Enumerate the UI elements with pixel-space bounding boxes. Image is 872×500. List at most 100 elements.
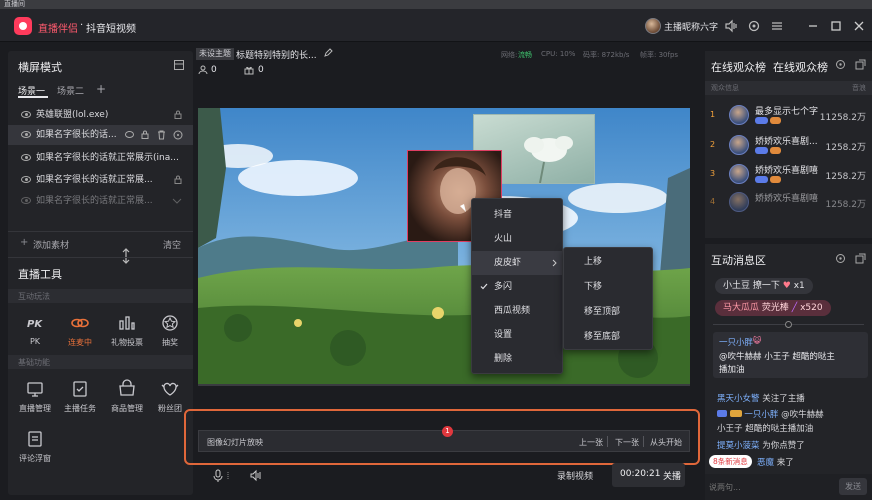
tab-online-rank-2[interactable]: 在线观众榜: [773, 59, 828, 75]
source-label: 如果名字很长的话就正常展...: [36, 175, 153, 185]
rank-row[interactable]: 2 娇娇欢乐喜剧... 1258.2万: [705, 131, 872, 159]
rank-header: 观众信息 音浪: [705, 81, 872, 95]
live-manage-tool[interactable]: 直播管理: [16, 379, 54, 414]
live-title[interactable]: 标题特别特别的长...: [236, 48, 317, 61]
eye-icon[interactable]: [21, 111, 31, 118]
fan-club-tool[interactable]: 粉丝团: [151, 379, 189, 414]
lock-icon[interactable]: [174, 110, 182, 119]
pk-tool[interactable]: PK PK: [16, 313, 54, 346]
lock-icon[interactable]: [174, 175, 182, 184]
end-live-button[interactable]: 00:20:21 关播: [612, 463, 685, 487]
settings-gear-icon[interactable]: [747, 19, 761, 33]
eye-icon[interactable]: [21, 131, 31, 138]
send-button[interactable]: 发送: [839, 478, 867, 495]
new-messages-button[interactable]: 8条新消息: [709, 455, 752, 468]
settings-icon[interactable]: [835, 253, 846, 264]
svg-text:PK: PK: [27, 319, 43, 330]
rank-row[interactable]: 1 最多显示七个字 11258.2万: [705, 101, 872, 129]
user-avatar[interactable]: [645, 18, 661, 34]
settings-icon[interactable]: [835, 59, 846, 70]
close-icon[interactable]: [852, 19, 866, 33]
tool-label: 抽奖: [162, 338, 178, 347]
submenu-move-down[interactable]: 下移: [564, 275, 652, 300]
rank-row[interactable]: 3 娇娇欢乐喜剧嘻 1258.2万: [705, 160, 872, 188]
section-header: 互动玩法: [8, 289, 193, 303]
chat-input[interactable]: [709, 478, 829, 496]
gift-chip: 小土豆 撩一下 ♥ x1: [715, 278, 813, 294]
system-title-strip: 直播间: [0, 0, 872, 9]
menu-item-delete[interactable]: 删除: [472, 347, 562, 371]
menu-item-douyin[interactable]: 抖音: [472, 203, 562, 227]
microphone-icon[interactable]: [212, 469, 224, 483]
active-tab-underline: [18, 96, 48, 98]
source-item[interactable]: 如果名字很长的话就正常展...: [8, 191, 193, 211]
menu-item-settings[interactable]: 设置: [472, 323, 562, 347]
lottery-tool[interactable]: 抽奖: [151, 313, 189, 348]
submenu-move-up[interactable]: 上移: [564, 250, 652, 275]
eye-icon[interactable]: [21, 197, 31, 204]
user-name[interactable]: 主播昵称六字: [664, 20, 718, 33]
task-icon: [70, 379, 90, 399]
speaker-icon[interactable]: [249, 469, 262, 482]
menu-icon[interactable]: [770, 19, 784, 33]
popout-icon[interactable]: [855, 253, 866, 264]
eye-icon[interactable]: [21, 154, 31, 161]
source-item[interactable]: 如果名字很长的话就正常展...: [8, 170, 193, 190]
scroll-handle[interactable]: [785, 321, 792, 328]
lottery-icon: [160, 313, 180, 333]
gift-vote-tool[interactable]: 礼物投票: [108, 313, 146, 348]
maximize-icon[interactable]: [829, 19, 843, 33]
add-source-plus-icon[interactable]: +: [20, 237, 28, 248]
fans-icon: [160, 379, 180, 399]
left-panel: 横屏模式 场景一 场景二 + 英雄联盟(lol.exe) 如果名字很长的话...…: [8, 51, 193, 495]
menu-item-pipixia[interactable]: 皮皮虾: [472, 251, 562, 275]
tool-label: 直播管理: [19, 404, 51, 413]
source-item[interactable]: 英雄联盟(lol.exe): [8, 105, 193, 125]
edit-pencil-icon[interactable]: [323, 48, 333, 58]
tab-online-rank[interactable]: 在线观众榜: [711, 59, 766, 75]
volume-icon[interactable]: [724, 19, 738, 33]
source-item-selected[interactable]: 如果名字很长的话...: [8, 125, 193, 145]
chevron-down-icon[interactable]: [172, 198, 182, 204]
record-video-button[interactable]: 录制视频: [557, 469, 593, 482]
person-icon: [198, 65, 208, 75]
chat-input-area: 发送: [705, 474, 872, 500]
add-scene-button[interactable]: +: [96, 82, 106, 96]
tab-scene-2[interactable]: 场景二: [57, 84, 84, 97]
eye-icon[interactable]: [21, 176, 31, 183]
viewer-info-label: 观众信息: [711, 84, 739, 92]
tool-label: 主播任务: [64, 404, 96, 413]
title-separator: ·: [80, 20, 84, 31]
gifts-count: 0: [258, 65, 264, 75]
divider: [8, 257, 193, 258]
layout-switch-icon[interactable]: [173, 59, 185, 71]
anchor-task-tool[interactable]: 主播任务: [61, 379, 99, 414]
highlight-message-card[interactable]: 一只小胖 😺 @吹牛赫赫 小王子 超酷的哒主 播加油: [713, 332, 868, 378]
menu-item-xigua[interactable]: 西瓜视频: [472, 299, 562, 323]
lock-icon[interactable]: [141, 130, 149, 139]
source-item[interactable]: 如果名字很长的话就正常展示(ina...: [8, 148, 193, 168]
rank-row[interactable]: 4 娇娇欢乐喜剧嘻 1258.2万: [705, 188, 872, 216]
link-mic-tool[interactable]: 连麦中: [61, 313, 99, 348]
menu-item-duoshan[interactable]: 多闪: [472, 275, 562, 299]
visibility-icon[interactable]: [125, 131, 134, 138]
add-source-button[interactable]: 添加素材: [33, 238, 69, 251]
submenu-move-bottom[interactable]: 移至底部: [564, 325, 652, 350]
topic-badge[interactable]: 未设主题: [196, 48, 234, 60]
comment-window-tool[interactable]: 评论浮窗: [16, 429, 54, 464]
preview-bottom-edge: [198, 384, 690, 386]
clear-button[interactable]: 清空: [163, 238, 181, 251]
resize-handle-icon[interactable]: [121, 248, 131, 264]
avatar: [729, 164, 749, 184]
submenu-move-top[interactable]: 移至顶部: [564, 300, 652, 325]
more-options-icon[interactable]: [173, 130, 183, 140]
minimize-icon[interactable]: [806, 19, 820, 33]
delete-icon[interactable]: [157, 130, 166, 140]
popout-icon[interactable]: [855, 59, 866, 70]
product-manage-tool[interactable]: 商品管理: [108, 379, 146, 414]
tool-label: 粉丝团: [158, 404, 182, 413]
menu-item-huoshan[interactable]: 火山: [472, 227, 562, 251]
tool-label: 商品管理: [111, 404, 143, 413]
heart-gift-icon: ♥: [782, 281, 791, 291]
chat-message: 提莫小菠菜 为你点赞了: [717, 441, 805, 451]
